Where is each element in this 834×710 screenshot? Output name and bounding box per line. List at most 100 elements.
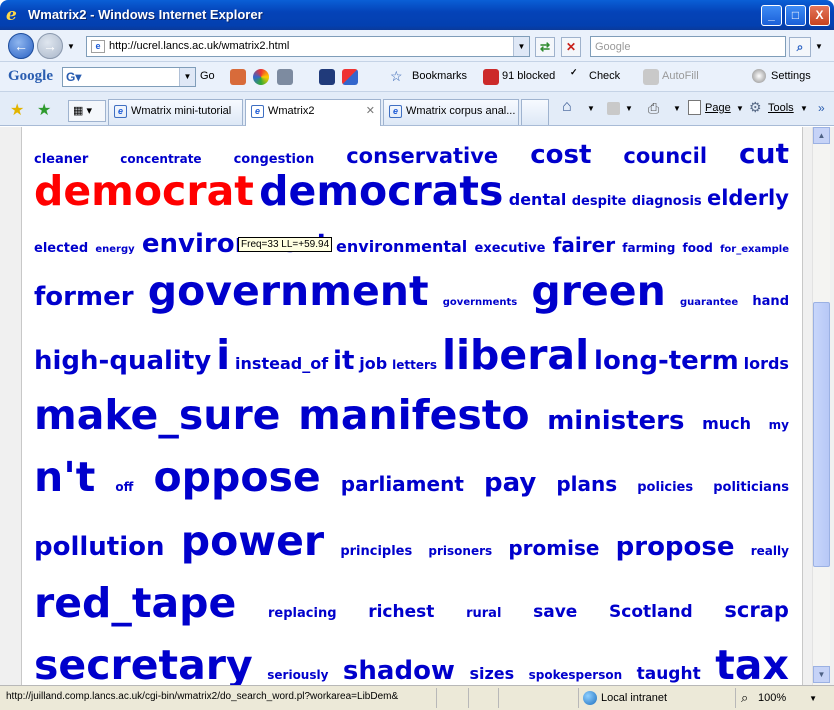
forward-button[interactable]: →	[37, 33, 63, 59]
cloud-word[interactable]: long-term	[594, 346, 739, 376]
security-zone[interactable]: Local intranet	[578, 688, 728, 708]
add-favorites-icon[interactable]: ★	[37, 100, 51, 120]
settings-button[interactable]: Settings	[771, 70, 811, 82]
cloud-word[interactable]: n't	[34, 453, 95, 501]
apps-icon[interactable]	[342, 69, 358, 85]
tab-corpus-analysis[interactable]: e Wmatrix corpus anal...	[383, 99, 519, 125]
cloud-word[interactable]: promise	[508, 536, 599, 560]
cloud-word[interactable]: taught	[637, 664, 701, 684]
scroll-down-icon[interactable]: ▼	[813, 666, 830, 683]
cloud-word[interactable]: sizes	[469, 664, 514, 683]
address-dropdown-icon[interactable]: ▼	[513, 37, 529, 56]
cloud-word[interactable]: liberal	[442, 331, 589, 379]
cloud-word[interactable]: replacing	[268, 606, 337, 621]
cloud-word[interactable]: prisoners	[428, 544, 492, 558]
home-icon[interactable]: ⌂	[562, 98, 572, 116]
cloud-word[interactable]: government	[148, 267, 429, 315]
cloud-word[interactable]: cleaner	[34, 152, 88, 167]
cloud-word[interactable]: former	[34, 282, 134, 312]
cloud-word[interactable]: diagnosis	[632, 194, 702, 209]
cloud-word[interactable]: guarantee	[680, 297, 738, 308]
google-dropdown-icon[interactable]: ▼	[179, 68, 195, 86]
bookmarks-button[interactable]: Bookmarks	[412, 70, 467, 82]
scroll-thumb[interactable]	[813, 302, 830, 567]
back-button[interactable]: ←	[8, 33, 34, 59]
cloud-word[interactable]: council	[623, 144, 707, 168]
news-icon[interactable]	[230, 69, 246, 85]
page-menu-button[interactable]: Page	[705, 102, 731, 114]
cloud-word[interactable]: seriously	[267, 668, 328, 682]
maximize-button[interactable]: □	[785, 5, 806, 26]
cloud-word[interactable]: policies	[637, 480, 693, 495]
cloud-word[interactable]: much	[702, 414, 751, 433]
binoculars-icon[interactable]	[277, 69, 293, 85]
picasa-icon[interactable]	[253, 69, 269, 85]
cloud-word-highlighted[interactable]: democrat	[34, 167, 254, 215]
cloud-word[interactable]: energy	[95, 244, 134, 255]
cloud-word[interactable]: my	[769, 418, 789, 432]
cloud-word[interactable]: off	[115, 480, 133, 494]
recent-pages-dropdown-icon[interactable]: ▼	[67, 42, 75, 51]
cloud-word[interactable]: cut	[739, 137, 789, 170]
autofill-button[interactable]: AutoFill	[662, 70, 699, 82]
search-input[interactable]: Google	[590, 36, 786, 57]
quick-tabs-button[interactable]: ▦ ▾	[68, 100, 106, 122]
cloud-word[interactable]: environmental	[336, 237, 467, 256]
cloud-word[interactable]: scrap	[724, 598, 789, 622]
search-options-dropdown-icon[interactable]: ▼	[815, 42, 823, 51]
cloud-word[interactable]: for_example	[720, 244, 789, 255]
cloud-word[interactable]: red_tape	[34, 579, 236, 627]
tools-menu-button[interactable]: Tools	[768, 102, 794, 114]
scholar-icon[interactable]	[319, 69, 335, 85]
cloud-word[interactable]: elected	[34, 241, 88, 256]
cloud-word[interactable]: i	[216, 331, 230, 379]
cloud-word[interactable]: pollution	[34, 532, 165, 562]
cloud-word[interactable]: power	[181, 517, 324, 565]
cloud-word[interactable]: conservative	[346, 144, 498, 168]
feeds-icon[interactable]	[607, 102, 620, 115]
cloud-word[interactable]: democrats	[259, 167, 503, 215]
cloud-word[interactable]: make_sure	[34, 391, 280, 439]
cloud-word[interactable]: parliament	[341, 472, 464, 496]
stop-button[interactable]: ✕	[561, 37, 581, 57]
cloud-word[interactable]: food	[683, 241, 713, 255]
vertical-scrollbar[interactable]: ▲ ▼	[812, 127, 830, 685]
tools-dropdown-icon[interactable]: ▼	[800, 104, 808, 113]
cloud-word[interactable]: principles	[340, 544, 412, 559]
check-button[interactable]: Check	[589, 70, 620, 82]
cloud-word[interactable]: elderly	[707, 186, 789, 210]
popups-blocked-button[interactable]: 91 blocked	[502, 70, 555, 82]
cloud-word[interactable]: Scotland	[609, 602, 693, 622]
cloud-word[interactable]: secretary	[34, 641, 253, 685]
cloud-word[interactable]: governments	[443, 297, 517, 308]
tab-wmatrix2[interactable]: e Wmatrix2 ✕	[245, 99, 381, 126]
home-dropdown-icon[interactable]: ▼	[587, 104, 595, 113]
zoom-control[interactable]: ⌕ 100% ▼	[735, 688, 831, 708]
google-go-button[interactable]: Go	[200, 70, 215, 82]
print-icon[interactable]: ⎙	[648, 100, 659, 117]
cloud-word[interactable]: congestion	[234, 152, 315, 167]
cloud-word[interactable]: save	[533, 602, 577, 622]
cloud-word[interactable]: propose	[616, 532, 735, 562]
page-dropdown-icon[interactable]: ▼	[736, 104, 744, 113]
cloud-word[interactable]: manifesto	[298, 391, 529, 439]
cloud-word[interactable]: letters	[392, 358, 437, 372]
print-dropdown-icon[interactable]: ▼	[673, 104, 681, 113]
cloud-word[interactable]: pay	[484, 468, 536, 498]
address-input[interactable]: e http://ucrel.lancs.ac.uk/wmatrix2.html…	[86, 36, 530, 57]
cloud-word[interactable]: oppose	[153, 453, 320, 501]
google-search-field[interactable]: G▾ ▼	[62, 67, 196, 87]
cloud-word[interactable]: shadow	[343, 656, 455, 685]
cloud-word[interactable]: dental	[509, 190, 567, 209]
cloud-word[interactable]: job	[359, 354, 387, 373]
cloud-word[interactable]: spokesperson	[529, 668, 623, 682]
cloud-word[interactable]: executive	[475, 241, 546, 256]
cloud-word[interactable]: green	[531, 267, 665, 315]
new-tab-button[interactable]	[521, 99, 549, 125]
minimize-button[interactable]: _	[761, 5, 782, 26]
zoom-dropdown-icon[interactable]: ▼	[809, 694, 817, 703]
cloud-word[interactable]: tax	[715, 641, 789, 685]
cloud-word[interactable]: rural	[466, 606, 501, 621]
cloud-word[interactable]: really	[751, 544, 789, 558]
cloud-word[interactable]: it	[333, 346, 354, 376]
